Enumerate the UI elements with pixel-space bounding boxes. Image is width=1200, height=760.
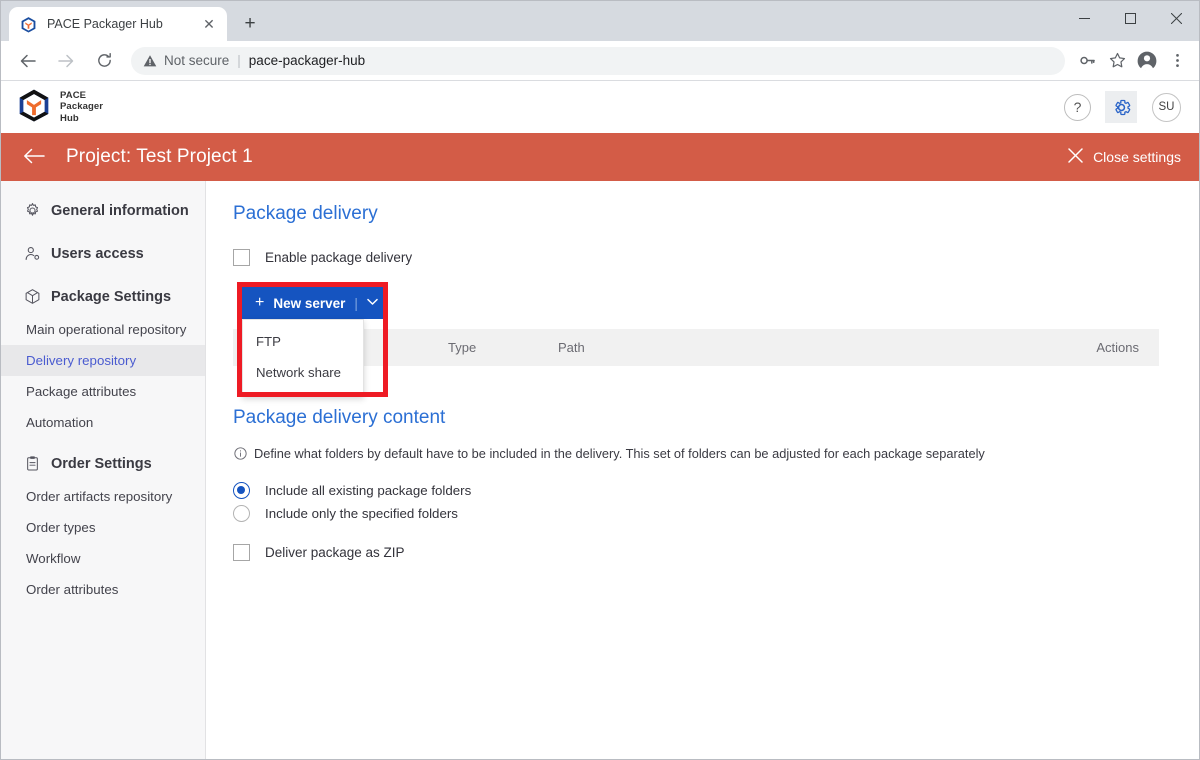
back-icon[interactable] [13,46,43,76]
forward-icon [51,46,81,76]
pace-cube-icon [20,16,37,33]
radio-include-all-row[interactable]: Include all existing package folders [233,482,1159,499]
window-controls [1061,1,1199,35]
plus-icon: + [255,294,265,311]
sidebar-group-label: Users access [51,245,144,262]
warning-triangle-icon [143,54,157,68]
deliver-package-as-zip-checkbox[interactable] [233,544,250,561]
package-delivery-title: Package delivery [233,203,378,224]
sidebar-item-package-settings[interactable]: Package Settings [1,279,205,314]
browser-window: PACE Packager Hub ✕ + Not secure | pace-… [0,0,1200,760]
browser-toolbar: Not secure | pace-packager-hub [1,41,1199,81]
settings-content: Package delivery Enable package delivery… [206,181,1199,759]
radio-include-specified-row[interactable]: Include only the specified folders [233,505,1159,522]
brand-line-2: Packager [60,101,104,113]
key-icon[interactable] [1073,47,1101,75]
brand-line-1: PACE [60,89,87,101]
close-settings-label: Close settings [1093,149,1181,165]
radio-include-only-specified[interactable] [233,505,250,522]
gear-icon [23,201,42,220]
pace-cube-logo [17,88,51,127]
sidebar-item-automation[interactable]: Automation [1,407,205,438]
page-title: Project: Test Project 1 [66,146,253,167]
new-server-dropdown-menu: FTP Network share [242,319,364,397]
new-server-button[interactable]: + New server | [242,287,388,319]
close-icon [1068,147,1083,167]
address-bar[interactable]: Not secure | pace-packager-hub [131,46,1065,75]
settings-sidebar: General information Users access Package… [1,181,206,759]
browser-tab-title: PACE Packager Hub [47,17,163,31]
back-arrow-icon[interactable] [23,147,45,168]
radio-include-all-existing[interactable] [233,482,250,499]
table-empty-body [233,366,1159,407]
sidebar-item-order-types[interactable]: Order types [1,512,205,543]
sidebar-item-order-attributes[interactable]: Order attributes [1,574,205,605]
enable-package-delivery-label: Enable package delivery [265,250,413,265]
sidebar-item-order-artifacts-repository[interactable]: Order artifacts repository [1,481,205,512]
star-icon[interactable] [1103,47,1131,75]
brand-text: PACE Packager Hub [60,90,103,125]
security-status: Not secure [164,53,230,68]
close-settings-button[interactable]: Close settings [1068,147,1181,167]
user-access-icon [23,244,42,263]
sidebar-group-label: Package Settings [51,288,172,305]
sidebar-item-delivery-repository[interactable]: Delivery repository [1,345,205,376]
dropdown-item-network-share[interactable]: Network share [243,357,363,388]
url-text: pace-packager-hub [248,53,366,68]
kebab-menu-icon[interactable] [1163,47,1191,75]
close-window-button[interactable] [1153,1,1199,35]
column-header-path[interactable]: Path [558,340,918,355]
column-header-actions: Actions [1096,340,1139,355]
user-avatar[interactable]: SU [1152,92,1181,122]
maximize-button[interactable] [1107,1,1153,35]
new-tab-button[interactable]: + [236,10,264,38]
radio-include-specified-label: Include only the specified folders [265,506,458,521]
enable-package-delivery-row[interactable]: Enable package delivery [233,249,1159,266]
new-server-row: + New server | FTP Network share [233,282,1159,397]
app-header: PACE Packager Hub ? SU [1,81,1199,133]
new-server-label: New server [273,295,346,311]
minimize-button[interactable] [1061,1,1107,35]
button-divider: | [354,295,358,311]
omnibox-divider: | [237,53,241,68]
help-button[interactable]: ? [1064,93,1091,121]
delivery-content-info: Define what folders by default have to b… [233,446,1159,461]
deliver-as-zip-row[interactable]: Deliver package as ZIP [233,544,1159,561]
brand-line-3: Hub [60,112,79,124]
servers-table-header: Type Path Actions [233,329,1159,366]
close-icon[interactable]: ✕ [199,14,219,34]
clipboard-icon [23,454,42,473]
delivery-content-info-text: Define what folders by default have to b… [254,446,985,461]
enable-package-delivery-checkbox[interactable] [233,249,250,266]
dropdown-item-ftp[interactable]: FTP [243,326,363,357]
package-delivery-content-title: Package delivery content [233,407,446,428]
sidebar-item-main-operational-repository[interactable]: Main operational repository [1,314,205,345]
column-header-type[interactable]: Type [448,340,558,355]
browser-tab-strip: PACE Packager Hub ✕ + [1,1,1199,41]
application-viewport: PACE Packager Hub ? SU Project: Test Pro… [1,81,1199,759]
chevron-down-icon[interactable] [367,298,378,309]
package-cube-icon [23,287,42,306]
sidebar-item-order-settings[interactable]: Order Settings [1,446,205,481]
deliver-package-as-zip-label: Deliver package as ZIP [265,545,405,560]
sidebar-item-workflow[interactable]: Workflow [1,543,205,574]
gear-icon[interactable] [1105,91,1137,123]
sidebar-item-users-access[interactable]: Users access [1,236,205,271]
sidebar-item-package-attributes[interactable]: Package attributes [1,376,205,407]
sidebar-item-general-information[interactable]: General information [1,193,205,228]
radio-include-all-label: Include all existing package folders [265,483,472,498]
browser-tab[interactable]: PACE Packager Hub ✕ [9,7,227,41]
app-body: General information Users access Package… [1,181,1199,759]
project-header-bar: Project: Test Project 1 Close settings [1,133,1199,181]
profile-avatar-icon[interactable] [1133,47,1161,75]
reload-icon[interactable] [89,46,119,76]
info-circle-icon [233,446,248,461]
brand-logo[interactable]: PACE Packager Hub [17,88,103,127]
sidebar-group-label: Order Settings [51,455,152,472]
sidebar-group-label: General information [51,202,189,219]
